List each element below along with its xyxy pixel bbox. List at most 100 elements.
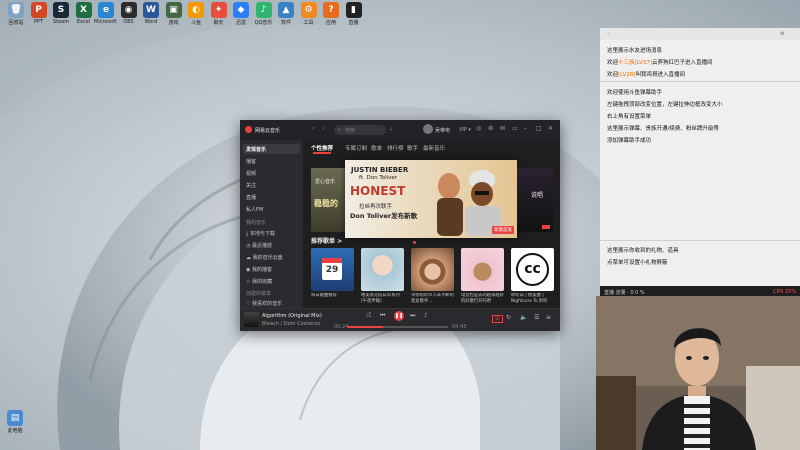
sidebar-item-my-podcast[interactable]: ◉ 我的播客	[246, 266, 272, 273]
tab-playlists[interactable]: 歌单	[371, 144, 382, 152]
playlist-card[interactable]: 电音控是去的越来越好的好歌打开吗吧	[461, 248, 504, 305]
banner-main[interactable]: JUSTIN BIEBER ft. Don Toliver HONEST 拉丝再…	[345, 160, 517, 238]
desktop-icon[interactable]: ? 应用	[319, 2, 343, 26]
queue-icon[interactable]: ☰	[534, 314, 539, 321]
playlist-cover	[461, 248, 504, 291]
pause-button[interactable]: ❚❚	[394, 311, 404, 321]
sidebar-item-cloud[interactable]: ☁ 我的音乐云盘	[246, 254, 283, 261]
volume-icon[interactable]: 🔈	[520, 314, 527, 321]
mic-icon[interactable]: ♩	[390, 125, 393, 132]
playlist-caption: 聆听日 | 欧美圈 | Nightcore To 聆听	[511, 293, 548, 304]
lyric-badge[interactable]: 词	[492, 315, 503, 323]
song-title[interactable]: Algorithm (Original Mix)	[262, 313, 322, 319]
sidebar-item-discover[interactable]: 发现音乐	[243, 144, 300, 154]
playlist-card-daily[interactable]: 29 每日歌曲推荐	[311, 248, 354, 305]
progress-fill	[348, 326, 383, 328]
maximize-icon[interactable]: □	[536, 125, 542, 132]
desktop-icon[interactable]: S Steam	[49, 2, 73, 25]
settings-icon[interactable]: ⚙	[488, 125, 493, 132]
forward-icon[interactable]: ›	[322, 125, 324, 132]
banner-carousel[interactable]: 爱心音乐 稳稳的 JUSTIN BIEBER ft. Don Toliver H…	[311, 160, 553, 244]
sidebar: 发现音乐 播客 视频 关注 直播 私人FM 我的音乐 ⤓ 本地与下载 ◷ 最近播…	[240, 140, 303, 308]
desktop-icon[interactable]: P PPT	[27, 2, 51, 25]
mini-mode-icon[interactable]: ▭	[512, 125, 518, 132]
mail-icon[interactable]: ✉	[500, 125, 505, 132]
progress-track[interactable]	[348, 326, 448, 328]
gift-line: 这里展示你收到的礼物、道具	[607, 248, 679, 254]
app-icon: ▣	[165, 2, 182, 18]
vip-badge[interactable]: VIP ▾	[459, 127, 471, 133]
minimize-icon[interactable]: –	[524, 125, 527, 132]
search-placeholder: 搜索	[345, 128, 356, 134]
netease-logo-icon	[245, 126, 252, 133]
close-icon[interactable]: ✕	[548, 125, 553, 132]
chat-header[interactable]: ⋯ ⚙	[600, 28, 800, 40]
desktop-icon[interactable]: ▣ 游戏	[162, 2, 186, 26]
playlist-cover: cc	[511, 248, 554, 291]
search-input[interactable]: ⌕ 搜索	[334, 125, 386, 135]
tab-recommend[interactable]: 个性推荐	[311, 144, 333, 152]
sidebar-item-favorites[interactable]: ☆ 我的收藏	[246, 278, 272, 285]
desktop-icon-label: Excel	[76, 19, 91, 25]
chat-line: 欢迎使用斗鱼弹幕助手	[607, 90, 663, 96]
desktop-icon[interactable]: X Excel	[72, 2, 96, 25]
tab-new-music[interactable]: 最新音乐	[423, 144, 445, 152]
sidebar-item-follow[interactable]: 关注	[246, 182, 256, 189]
playlist-mode-icon[interactable]: ↻	[506, 314, 511, 321]
sidebar-item-liked[interactable]: ♡ 我喜欢的音乐	[246, 300, 282, 307]
playlist-card[interactable]: 唯美系完成日常系列 [午夜伴睡]	[361, 248, 404, 305]
tab-artists[interactable]: 歌手	[407, 144, 418, 152]
desktop-icon[interactable]: ▲ 软件	[274, 2, 298, 26]
shuffle-icon[interactable]: ⤮	[366, 312, 371, 320]
album-art[interactable]	[244, 312, 259, 327]
desktop-icon[interactable]: eMicrosoft Edge	[94, 2, 118, 25]
sidebar-item-live[interactable]: 直播	[246, 194, 256, 201]
playlist-card[interactable]: cc 聆听日 | 欧美圈 | Nightcore To 聆听	[511, 248, 554, 305]
banner-left-small: 爱心音乐	[315, 179, 336, 185]
back-icon[interactable]: ‹	[312, 125, 314, 132]
chat-menu-icon[interactable]: ⋯	[606, 31, 611, 37]
skin-icon[interactable]: ◎	[476, 125, 481, 132]
playlist-card[interactable]: 带你的听众入耳不断的现女歌手...	[411, 248, 454, 305]
desktop-icon[interactable]: 🗑 回收站	[4, 2, 28, 26]
carousel-dot[interactable]	[413, 241, 416, 244]
webcam-feed	[596, 296, 800, 450]
sidebar-item-recent[interactable]: ◷ 最近播放	[246, 242, 272, 249]
desktop-icon[interactable]: ✦ 聊天	[207, 2, 231, 26]
desktop-icon[interactable]: ♪ QQ音乐	[252, 2, 276, 26]
this-pc-label: 此电脑	[7, 428, 23, 434]
app-icon: 🗑	[8, 2, 24, 18]
desktop-icon-label: Steam	[52, 19, 70, 25]
tab-custom[interactable]: 专属订制	[345, 144, 367, 152]
username[interactable]: 吴带电	[435, 127, 450, 134]
desktop-icon[interactable]: W Word	[139, 2, 163, 25]
tab-charts[interactable]: 排行榜	[387, 144, 404, 152]
playlist-cover	[361, 248, 404, 291]
sidebar-item-podcast[interactable]: 播客	[246, 158, 256, 165]
time-total: 04:43	[452, 324, 467, 330]
sidebar-item-fm[interactable]: 私人FM	[246, 206, 263, 213]
lyrics-icon[interactable]: ♪	[424, 312, 428, 319]
previous-icon[interactable]: ⏮	[380, 312, 385, 320]
desktop-icon-label: 软件	[280, 20, 291, 26]
desktop-icon[interactable]: ◆ 迅雷	[229, 2, 253, 26]
user-level-tag: [LV28]	[618, 72, 636, 78]
banner-song: HONEST	[350, 184, 406, 198]
sidebar-item-local[interactable]: ⤓ 本地与下载	[246, 230, 275, 237]
desktop-icon[interactable]: ◉ OBS	[117, 2, 141, 25]
this-pc-icon[interactable]: ▤ 此电脑	[3, 410, 27, 434]
desktop-icon[interactable]: ▮ 直播	[342, 2, 366, 26]
next-icon[interactable]: ⏭	[410, 312, 415, 320]
desktop-icon[interactable]: ◐ 斗鱼	[184, 2, 208, 26]
app-icon: ?	[323, 2, 339, 18]
app-icon: ◆	[233, 2, 249, 18]
settings-icon[interactable]: ⚙	[780, 31, 784, 37]
sidebar-item-video[interactable]: 视频	[246, 170, 256, 177]
calendar-date: 29	[325, 265, 339, 275]
song-artist[interactable]: Bleach / Dom Costanzo	[262, 321, 320, 327]
created-playlists-heading: 创建的歌单	[246, 291, 272, 297]
avatar[interactable]	[423, 124, 433, 134]
desktop-icon[interactable]: ⚙ 工具	[297, 2, 321, 26]
recommended-playlists-heading[interactable]: 推荐歌单 >	[311, 236, 342, 245]
desktop-lyrics-icon[interactable]: ≡	[546, 314, 551, 321]
